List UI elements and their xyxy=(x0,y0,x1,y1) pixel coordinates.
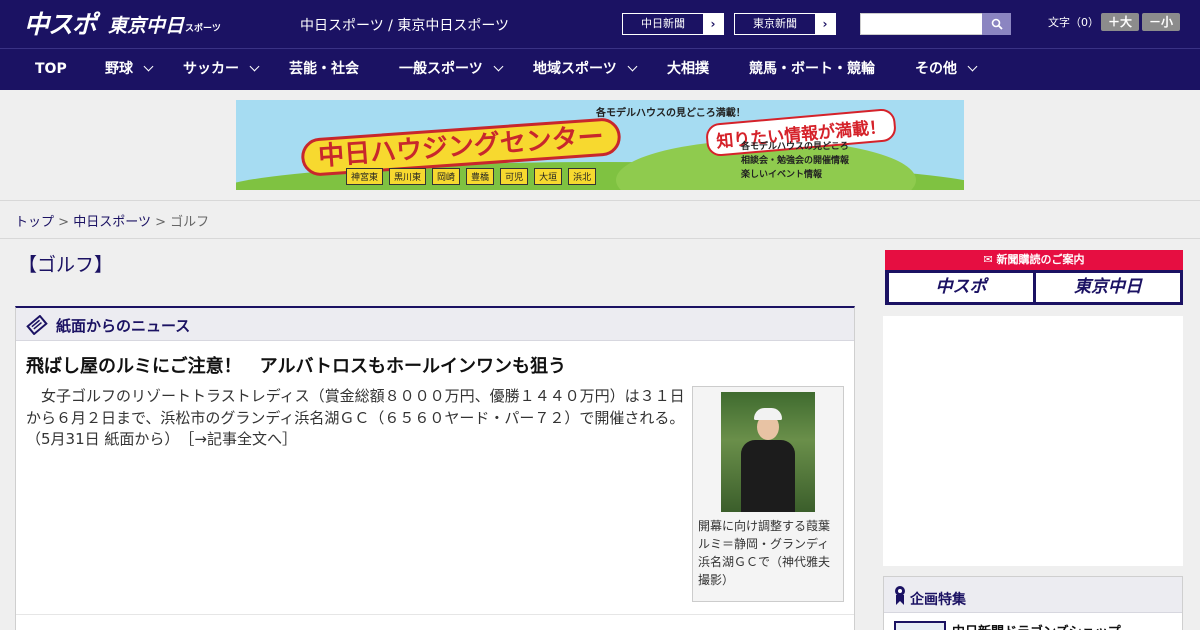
news-box-header: 紙面からのニュース xyxy=(16,308,854,341)
nav-item-local-sports[interactable]: 地域スポーツ xyxy=(533,49,638,90)
subscribe-chuspo-button[interactable]: 中スポ xyxy=(889,273,1033,302)
subscribe-tokyo-chunichi-button[interactable]: 東京中日 xyxy=(1036,273,1180,302)
article-photo-box: 開幕に向け調整する葭葉ルミ＝静岡・グランディ浜名湖ＧＣで（神代雅夫撮影） xyxy=(692,386,844,602)
breadcrumb: トップ > 中日スポーツ > ゴルフ xyxy=(15,211,209,230)
logo-sub-text: 東京中日 xyxy=(108,15,185,37)
banner-town: 岡崎 xyxy=(432,168,461,185)
font-smaller-button[interactable]: －小 xyxy=(1142,13,1180,31)
chevron-down-icon xyxy=(143,61,154,72)
housing-center-ad-banner[interactable]: 各モデルハウスの見どころ満載！ 中日ハウジングセンター 知りたい情報が満載！ 各… xyxy=(236,100,964,190)
site-name-link[interactable]: 中日スポーツ / 東京中日スポーツ xyxy=(300,15,509,35)
logo-sub-small-text: スポーツ xyxy=(185,24,221,34)
nav-item-baseball[interactable]: 野球 xyxy=(105,49,154,90)
feature-item-thumbnail xyxy=(894,621,946,630)
article-summary-text: 女子ゴルフのリゾートトラストレディス（賞金総額８０００万円、優勝１４４０万円）は… xyxy=(26,387,685,448)
font-size-label: 文字（0） xyxy=(1048,16,1099,29)
chevron-down-icon xyxy=(967,61,978,72)
article-photo[interactable] xyxy=(721,392,815,512)
banner-bullets: 各モデルハウスの見どころ 相談会・勉強会の開催情報 楽しいイベント情報 xyxy=(741,140,849,182)
nav-item-label: 芸能・社会 xyxy=(289,61,359,77)
sidebar-ad-slot[interactable] xyxy=(883,316,1183,566)
nav-item-label: 一般スポーツ xyxy=(399,61,483,77)
newspaper-icon xyxy=(26,315,48,335)
article-headline[interactable]: 飛ばし屋のルミにご注意！ アルバトロスもホールインワンも狙う xyxy=(26,352,566,378)
top-header: 中スポ 東京中日 スポーツ 中日スポーツ / 東京中日スポーツ 中日新聞 › 東… xyxy=(0,0,1200,48)
feature-item-label: 中日新聞ドラゴンズショップ xyxy=(952,621,1121,630)
search-button[interactable] xyxy=(982,13,1011,35)
banner-town: 可児 xyxy=(500,168,529,185)
subscription-box: ✉ 新聞購読のご案内 中スポ 東京中日 xyxy=(885,250,1183,305)
banner-town: 豊橋 xyxy=(466,168,495,185)
banner-towns: 神宮東 黒川東 岡崎 豊橋 可児 大垣 浜北 xyxy=(346,168,597,185)
chevron-down-icon xyxy=(493,61,504,72)
nav-item-label: 地域スポーツ xyxy=(533,61,617,77)
nav-item-label: 野球 xyxy=(105,61,133,77)
banner-bullet: 楽しいイベント情報 xyxy=(741,170,823,180)
font-larger-button[interactable]: ＋大 xyxy=(1101,13,1139,31)
breadcrumb-bar: トップ > 中日スポーツ > ゴルフ xyxy=(0,200,1200,239)
nav-item-other[interactable]: その他 xyxy=(915,49,978,90)
breadcrumb-separator: > xyxy=(155,215,166,230)
subscription-title: ✉ 新聞購読のご案内 xyxy=(885,250,1183,270)
nav-item-entertainment[interactable]: 芸能・社会 xyxy=(289,49,359,90)
read-more-link[interactable]: ［→記事全文へ］ xyxy=(187,430,297,448)
page-title: 【ゴルフ】 xyxy=(18,254,114,276)
nav-item-soccer[interactable]: サッカー xyxy=(183,49,260,90)
breadcrumb-current: ゴルフ xyxy=(170,215,210,230)
nav-item-racing[interactable]: 競馬・ボート・競輪 xyxy=(749,49,875,90)
nav-item-label: その他 xyxy=(915,61,957,77)
feature-box-title: 企画特集 xyxy=(910,592,966,608)
chevron-right-icon: › xyxy=(710,17,716,31)
nav-item-label: サッカー xyxy=(183,61,239,77)
site-logo[interactable]: 中スポ 東京中日 スポーツ xyxy=(24,8,221,40)
search-input[interactable] xyxy=(860,13,984,35)
nav-item-label: 大相撲 xyxy=(667,61,709,77)
news-box: 紙面からのニュース 飛ばし屋のルミにご注意！ アルバトロスもホールインワンも狙う… xyxy=(15,306,855,630)
subscription-title-text: 新聞購読のご案内 xyxy=(996,253,1085,266)
chevron-down-icon xyxy=(627,61,638,72)
tokyo-shimbun-label: 東京新聞 xyxy=(735,14,815,34)
feature-box: 企画特集 中日新聞ドラゴンズショップ xyxy=(883,576,1183,630)
logo-main-text: 中スポ xyxy=(24,10,97,39)
banner-bullet: 相談会・勉強会の開催情報 xyxy=(741,156,850,166)
breadcrumb-section-link[interactable]: 中日スポーツ xyxy=(73,215,151,230)
main-nav: TOP 野球 サッカー 芸能・社会 一般スポーツ 地域スポーツ 大相撲 競馬・ボ… xyxy=(0,48,1200,90)
divider xyxy=(16,614,854,615)
article-summary: 女子ゴルフのリゾートトラストレディス（賞金総額８０００万円、優勝１４４０万円）は… xyxy=(26,386,686,451)
banner-town: 黒川東 xyxy=(389,168,427,185)
nav-item-general-sports[interactable]: 一般スポーツ xyxy=(399,49,504,90)
banner-bullet: 各モデルハウスの見どころ xyxy=(741,142,849,152)
award-ribbon-icon xyxy=(895,586,905,605)
breadcrumb-home-link[interactable]: トップ xyxy=(15,215,54,230)
banner-town: 浜北 xyxy=(568,168,597,185)
photo-caption: 開幕に向け調整する葭葉ルミ＝静岡・グランディ浜名湖ＧＣで（神代雅夫撮影） xyxy=(698,519,831,587)
search-icon xyxy=(991,18,1003,30)
banner-town: 神宮東 xyxy=(346,168,384,185)
ticket-icon: ✉ xyxy=(983,253,997,266)
feature-box-header: 企画特集 xyxy=(884,577,1182,613)
chevron-down-icon xyxy=(249,61,260,72)
chevron-right-icon: › xyxy=(822,17,828,31)
banner-town: 大垣 xyxy=(534,168,563,185)
breadcrumb-separator: > xyxy=(58,215,70,230)
chunichi-shimbun-label: 中日新聞 xyxy=(623,14,703,34)
chunichi-shimbun-button[interactable]: 中日新聞 › xyxy=(622,13,724,35)
nav-item-top[interactable]: TOP xyxy=(35,49,67,90)
feature-item[interactable]: 中日新聞ドラゴンズショップ xyxy=(894,621,1121,630)
banner-top-copy: 各モデルハウスの見どころ満載！ xyxy=(596,108,746,119)
tokyo-shimbun-button[interactable]: 東京新聞 › xyxy=(734,13,836,35)
nav-item-label: 競馬・ボート・競輪 xyxy=(749,61,875,77)
nav-item-label: TOP xyxy=(35,61,67,77)
nav-item-sumo[interactable]: 大相撲 xyxy=(667,49,709,90)
news-box-title: 紙面からのニュース xyxy=(56,317,191,335)
